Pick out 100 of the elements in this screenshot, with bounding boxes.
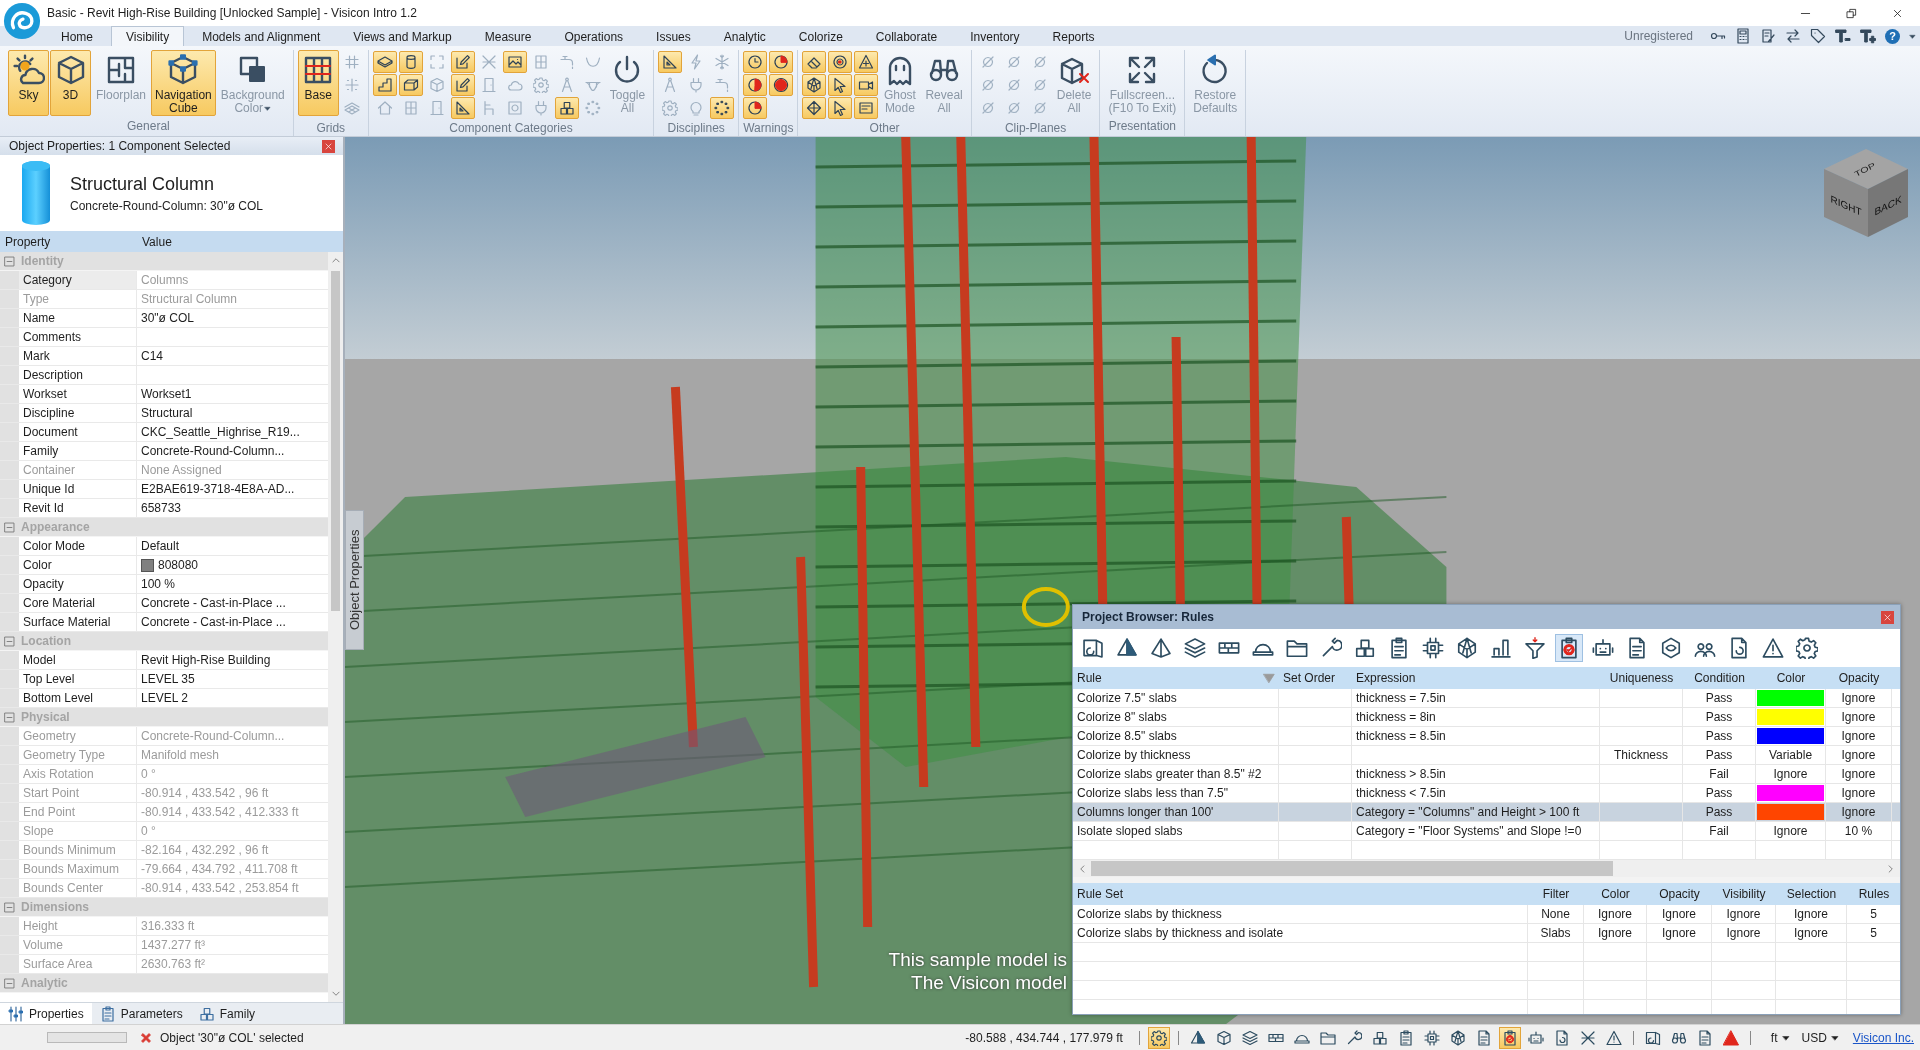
filled-circle-toggle[interactable] [769,74,794,96]
panel-tab[interactable]: Properties [0,1003,92,1024]
menu-tab[interactable]: Operations [549,26,639,46]
scrollbar[interactable] [328,252,343,1002]
menu-tab[interactable]: Reports [1037,26,1110,46]
collapse-icon[interactable] [4,635,15,647]
collapse-icon[interactable] [4,977,15,989]
property-row[interactable]: Document CKC_Seattle_Highrise_R19... [0,423,328,442]
property-row[interactable]: Core Material Concrete - Cast-in-Place ... [0,594,328,613]
menu-tab[interactable]: Issues [641,26,706,46]
rule-set-row[interactable]: Colorize slabs by thickness and isolate Slabs Ignore Ignore Ignore Ignore 5 [1073,924,1900,943]
rule-row[interactable]: Colorize 8.5" slabs thickness = 8.5in Pass Ignore [1073,727,1900,746]
set-square-toggle[interactable] [658,51,683,73]
collapse-icon[interactable] [4,901,15,913]
triangle-plus-toggle[interactable] [854,51,879,73]
column-header[interactable]: Color [1601,887,1630,901]
ribbon-button[interactable]: Sky [8,50,49,116]
slab-toggle[interactable] [372,51,397,73]
rule-set-row[interactable]: Colorize slabs by thickness None Ignore Ignore Ignore Ignore 5 [1073,905,1900,924]
rule-row[interactable]: Colorize 8" slabs thickness = 8in Pass Ignore [1073,708,1900,727]
menu-tab[interactable]: Collaborate [860,26,953,46]
clock-toggle[interactable] [743,51,768,73]
collapse-icon[interactable] [4,711,15,723]
rule-row[interactable]: Columns longer than 100' Category = "Columns" and Height > 100 ft Pass Ignore [1073,803,1900,822]
status-tool-button[interactable] [1147,1026,1170,1049]
property-row[interactable]: Category Columns [0,271,328,290]
eraser-toggle[interactable] [802,51,827,73]
property-row[interactable]: Name 30"ø COL [0,309,328,328]
property-row[interactable]: Unique Id E2BAE619-3718-4E8A-AD... [0,480,328,499]
stacked-cubes-toggle[interactable] [554,97,579,119]
column-header[interactable]: Color [1776,671,1806,685]
half-pie-toggle[interactable] [743,74,768,96]
set-square-toggle[interactable] [450,97,475,119]
close-button[interactable] [1881,610,1894,624]
menu-tab[interactable]: Models and Alignment [187,26,336,46]
label-box-toggle[interactable] [854,97,879,119]
menu-tab[interactable]: Inventory [955,26,1035,46]
rule-row[interactable]: Colorize by thickness Thickness Pass Variable Ignore [1073,746,1900,765]
diamond-toggle[interactable] [802,97,827,119]
menu-tab[interactable]: Analytic [708,26,781,46]
column-header[interactable]: Rules [1858,887,1890,901]
help-button[interactable]: ? [1885,28,1900,44]
stairs-toggle[interactable] [372,74,397,96]
geodesic-sphere-toggle[interactable] [802,74,827,96]
panel-tab[interactable]: Parameters [91,1003,191,1024]
close-button[interactable] [322,139,335,153]
cylinder-toggle[interactable] [398,51,423,73]
property-row[interactable]: Color Mode Default [0,537,328,556]
notepad-pencil-icon[interactable] [1760,28,1776,44]
picture-toggle[interactable] [502,51,527,73]
column-header[interactable]: Opacity [1838,671,1880,685]
column-header[interactable]: Value [137,234,172,249]
column-header[interactable]: Rule [1077,671,1102,685]
scroll-thumb[interactable] [1091,861,1614,876]
column-header[interactable]: Set Order [1283,671,1336,685]
column-header[interactable]: Uniqueness [1609,671,1674,685]
side-panel-tab[interactable]: Object Properties [345,510,364,650]
pie-toggle[interactable] [743,97,768,119]
collapse-icon[interactable] [4,521,15,533]
caret-icon[interactable] [1909,32,1916,40]
scrollbar[interactable] [1073,860,1900,877]
column-header[interactable]: Condition [1694,671,1745,685]
swap-arrows-icon[interactable] [1785,28,1801,44]
dotted-ring-toggle[interactable] [710,97,735,119]
menu-tab[interactable]: Views and Markup [338,26,467,46]
column-header[interactable]: Property [0,234,137,249]
rule-row[interactable]: Isolate sloped slabs Category = "Floor Systems" and Slope !=0 Fail Ignore 10 % [1073,822,1900,841]
property-row[interactable]: Description [0,366,328,385]
panel-tab[interactable]: Family [190,1003,264,1024]
property-row[interactable]: Mark C14 [0,347,328,366]
menu-tab[interactable]: Visibility [111,26,185,46]
property-row[interactable]: Workset Workset1 [0,385,328,404]
rule-row[interactable]: Colorize 7.5" slabs thickness = 7.5in Pass Ignore [1073,689,1900,708]
column-header[interactable]: Visibility [1722,887,1766,901]
status-tool-button[interactable] [1498,1026,1521,1049]
cursor-toggle[interactable] [828,97,853,119]
calculator-icon[interactable] [1735,28,1751,44]
font-decrease-icon[interactable] [1835,28,1851,44]
property-row[interactable]: Color 808080 [0,556,328,575]
units-dropdown[interactable]: ft [1770,1030,1790,1045]
collapse-icon[interactable] [4,255,15,267]
currency-dropdown[interactable]: USD [1801,1030,1839,1045]
property-row[interactable]: Top Level LEVEL 35 [0,670,328,689]
ribbon-button[interactable]: Navigation Cube [151,50,216,116]
font-increase-icon[interactable] [1860,28,1876,44]
rule-row[interactable]: Colorize slabs greater than 8.5" #2 thickness > 8.5in Fail Ignore Ignore [1073,765,1900,784]
property-row[interactable]: Discipline Structural [0,404,328,423]
column-header[interactable]: Selection [1786,887,1837,901]
cursor-toggle[interactable] [828,74,853,96]
box-toggle[interactable] [398,74,423,96]
video-camera-toggle[interactable] [854,74,879,96]
ribbon-button[interactable]: Base [297,50,339,116]
property-row[interactable]: Model Revit High-Rise Building [0,651,328,670]
menu-tab[interactable]: Home [46,26,108,46]
menu-tab[interactable]: Measure [469,26,547,46]
ribbon-button[interactable]: 3D [50,50,91,116]
scroll-thumb[interactable] [331,271,340,611]
pencil-toggle[interactable] [450,51,475,73]
column-header[interactable]: Expression [1356,671,1416,685]
column-header[interactable]: Filter [1542,887,1570,901]
